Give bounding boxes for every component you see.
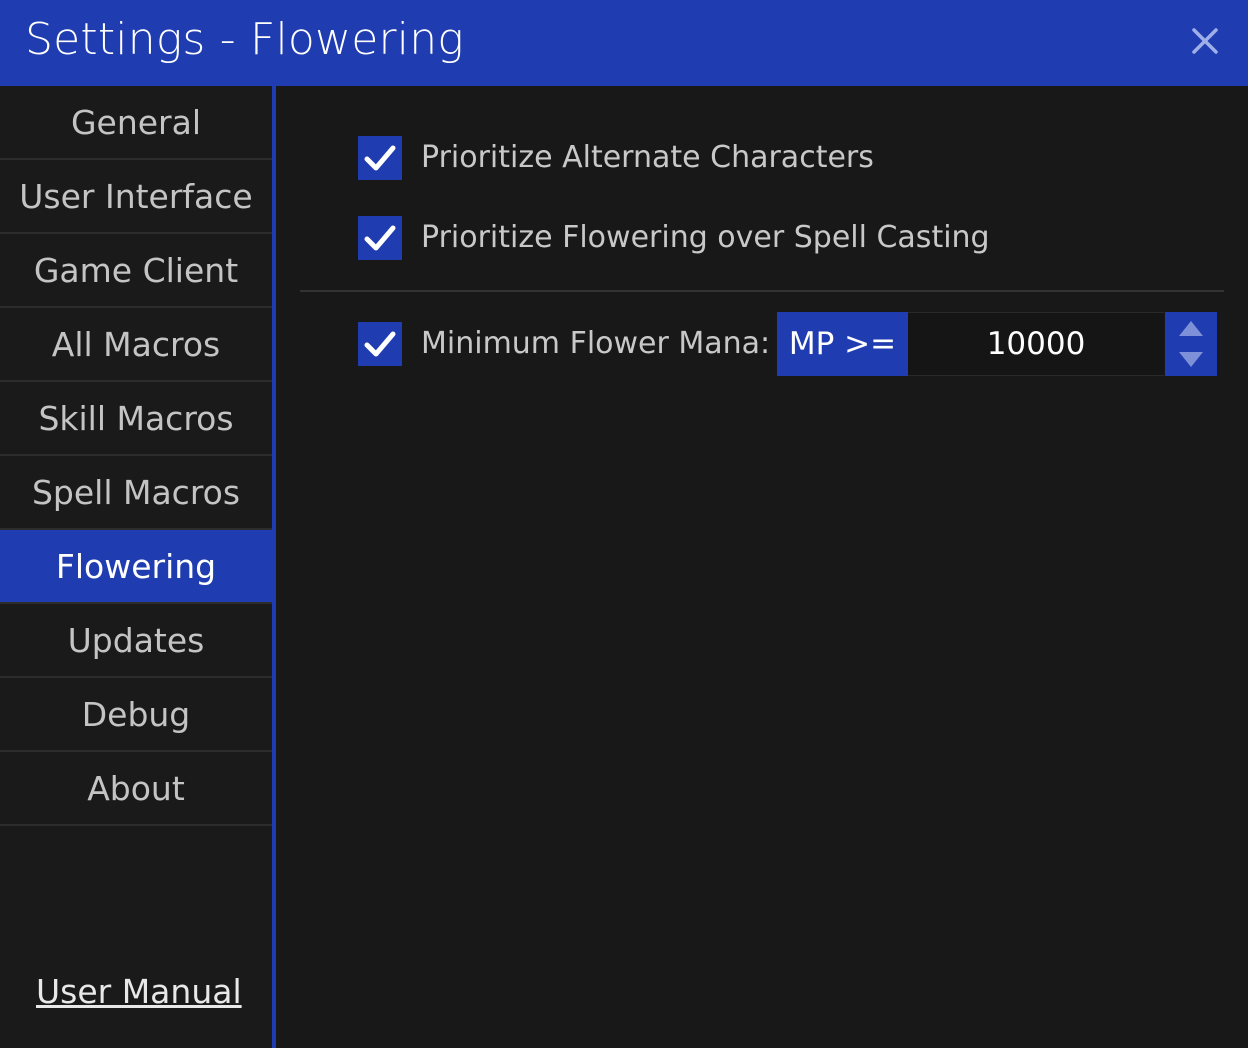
minimum-mana-spinner xyxy=(1165,312,1217,376)
minimum-mana-input[interactable]: 10000 xyxy=(908,312,1164,376)
increment-button[interactable] xyxy=(1165,312,1217,344)
prioritize-alternate-checkbox[interactable] xyxy=(358,136,402,180)
settings-window: Settings - Flowering General User Interf… xyxy=(0,0,1248,1048)
settings-sidebar: General User Interface Game Client All M… xyxy=(0,86,272,1048)
sidebar-item-game-client[interactable]: Game Client xyxy=(0,234,272,308)
settings-nav: General User Interface Game Client All M… xyxy=(0,86,272,826)
sidebar-item-user-interface[interactable]: User Interface xyxy=(0,160,272,234)
title-bar: Settings - Flowering xyxy=(0,0,1248,86)
mp-comparison-badge: MP >= xyxy=(777,312,908,376)
sidebar-item-about[interactable]: About xyxy=(0,752,272,826)
flowering-settings-panel: Prioritize Alternate Characters Prioriti… xyxy=(276,86,1248,1048)
triangle-down-icon xyxy=(1179,352,1203,367)
sidebar-item-debug[interactable]: Debug xyxy=(0,678,272,752)
sidebar-item-spell-macros[interactable]: Spell Macros xyxy=(0,456,272,530)
checkmark-icon xyxy=(364,145,396,171)
checkmark-icon xyxy=(364,331,396,357)
sidebar-item-all-macros[interactable]: All Macros xyxy=(0,308,272,382)
prioritize-flowering-checkbox[interactable] xyxy=(358,216,402,260)
checkmark-icon xyxy=(364,225,396,251)
sidebar-item-skill-macros[interactable]: Skill Macros xyxy=(0,382,272,456)
close-icon xyxy=(1192,28,1218,54)
user-manual-link[interactable]: User Manual xyxy=(36,972,242,1011)
minimum-mana-label: Minimum Flower Mana: xyxy=(421,326,771,361)
window-title: Settings - Flowering xyxy=(25,14,464,65)
prioritize-alternate-label: Prioritize Alternate Characters xyxy=(421,140,874,175)
sidebar-item-flowering[interactable]: Flowering xyxy=(0,530,272,604)
section-divider xyxy=(300,290,1224,292)
close-button[interactable] xyxy=(1188,24,1222,58)
triangle-up-icon xyxy=(1179,321,1203,336)
sidebar-item-general[interactable]: General xyxy=(0,86,272,160)
minimum-mana-checkbox[interactable] xyxy=(358,322,402,366)
sidebar-item-updates[interactable]: Updates xyxy=(0,604,272,678)
prioritize-flowering-label: Prioritize Flowering over Spell Casting xyxy=(421,220,990,255)
decrement-button[interactable] xyxy=(1165,344,1217,376)
